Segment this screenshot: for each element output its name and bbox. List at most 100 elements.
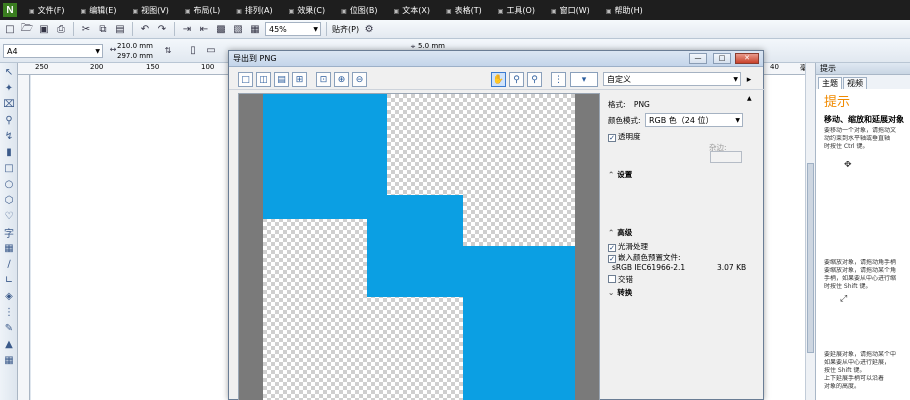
- zoom-out-icon[interactable]: ⊖: [352, 72, 367, 87]
- quad-view-icon[interactable]: ⊞: [292, 72, 307, 87]
- export-preview[interactable]: [238, 93, 600, 400]
- checkbox-checked-icon[interactable]: ✓: [608, 255, 616, 263]
- vertical-scrollbar[interactable]: [805, 63, 815, 400]
- print-icon[interactable]: ⎙: [54, 22, 68, 36]
- hint-subheading: 移动、缩放和延展对象: [824, 115, 904, 124]
- text-tool-icon[interactable]: 字: [2, 225, 16, 240]
- antialias-option[interactable]: ✓ 光滑处理: [608, 241, 648, 252]
- ellipse-tool-icon[interactable]: ○: [2, 177, 16, 191]
- tab-topics[interactable]: 主题: [818, 77, 842, 89]
- checkbox-checked-icon[interactable]: ✓: [608, 134, 616, 142]
- flyout-arrow-icon[interactable]: ▸: [744, 72, 754, 87]
- table-tool-icon[interactable]: ▦: [2, 241, 16, 255]
- scroll-up-icon[interactable]: ▲: [747, 95, 752, 102]
- chevron-down-icon: ▼: [733, 75, 738, 83]
- open-folder-icon[interactable]: 🗁: [20, 22, 34, 36]
- menu-file[interactable]: 文件(F): [21, 5, 73, 16]
- pan-tool-icon[interactable]: ✋: [491, 72, 506, 87]
- connector-tool-icon[interactable]: ∟: [2, 273, 16, 287]
- import-icon[interactable]: ⇥: [180, 22, 194, 36]
- ruler-tick-label: 150: [146, 63, 160, 71]
- crop-tool-icon[interactable]: ⌧: [2, 97, 16, 111]
- checkbox-checked-icon[interactable]: ✓: [608, 244, 616, 252]
- zoom-combo[interactable]: 45% ▼: [265, 22, 321, 36]
- dialog-title: 导出到 PNG: [233, 54, 277, 63]
- page-height[interactable]: 297.0 mm: [117, 51, 153, 61]
- transform-section[interactable]: ⌄ 转换: [608, 287, 632, 298]
- blend-tool-icon[interactable]: ◈: [2, 289, 16, 303]
- options-icon[interactable]: ⚙: [362, 22, 376, 36]
- snap-to-menu[interactable]: 贴齐(P): [332, 24, 359, 35]
- menu-arrange[interactable]: 排列(A): [228, 5, 280, 16]
- zoom-tool-icon[interactable]: ⚲: [2, 113, 16, 127]
- color-mode-label: 颜色模式:: [608, 116, 641, 125]
- menu-help[interactable]: 帮助(H): [598, 5, 651, 16]
- interactive-fill-icon[interactable]: ▦: [2, 353, 16, 367]
- zoom-out-tool-icon[interactable]: ⚲: [527, 72, 542, 87]
- new-document-icon[interactable]: □: [3, 22, 17, 36]
- menu-layout[interactable]: 布局(L): [177, 5, 228, 16]
- cut-icon[interactable]: ✂: [79, 22, 93, 36]
- embed-profile-option[interactable]: ✓ 嵌入颜色预置文件:: [608, 252, 681, 263]
- menu-bitmaps[interactable]: 位图(B): [333, 5, 385, 16]
- application-launcher-icon[interactable]: ▧: [231, 22, 245, 36]
- save-icon[interactable]: ▣: [37, 22, 51, 36]
- eyedropper-icon[interactable]: ⋮: [551, 72, 566, 87]
- basic-shapes-icon[interactable]: ♡: [2, 209, 16, 223]
- menu-effects[interactable]: 效果(C): [281, 5, 334, 16]
- undo-icon[interactable]: ↶: [138, 22, 152, 36]
- hint-text: 时按住 Ctrl 键。: [824, 143, 869, 150]
- close-icon[interactable]: ✕: [735, 53, 759, 64]
- pick-tool-icon[interactable]: ↖: [2, 65, 16, 79]
- maximize-icon[interactable]: □: [713, 53, 731, 64]
- menu-edit[interactable]: 编辑(E): [73, 5, 125, 16]
- polygon-tool-icon[interactable]: ⬡: [2, 193, 16, 207]
- portrait-icon[interactable]: ▯: [186, 43, 200, 57]
- matte-color-swatch[interactable]: ▾: [570, 72, 598, 87]
- paste-icon[interactable]: ▤: [113, 22, 127, 36]
- profile-size: 3.07 KB: [717, 263, 747, 272]
- copy-icon[interactable]: ⧉: [96, 22, 110, 36]
- outline-pen-icon[interactable]: ✎: [2, 321, 16, 335]
- options-scrollbar[interactable]: ▲: [746, 93, 754, 400]
- settings-section[interactable]: 设置: [608, 169, 632, 180]
- dimension-tool-icon[interactable]: ∕: [2, 257, 16, 271]
- single-view-icon[interactable]: □: [238, 72, 253, 87]
- split-horizontal-icon[interactable]: ▤: [274, 72, 289, 87]
- eyedropper-tool-icon[interactable]: ⋮: [2, 305, 16, 319]
- menu-table[interactable]: 表格(T): [438, 5, 490, 16]
- zoom-tool-icon[interactable]: ⚲: [509, 72, 524, 87]
- advanced-section[interactable]: 高级: [608, 227, 632, 238]
- preset-select[interactable]: 自定义 ▼: [603, 72, 741, 86]
- color-mode-select[interactable]: RGB 色（24 位） ▼: [645, 113, 743, 127]
- hint-text: 动约束到水平轴或垂直轴: [824, 135, 891, 142]
- scrollbar-thumb[interactable]: [807, 163, 814, 353]
- transparency-option[interactable]: ✓ 透明度: [608, 131, 641, 142]
- page-width[interactable]: 210.0 mm: [117, 41, 153, 51]
- split-vertical-icon[interactable]: ◫: [256, 72, 271, 87]
- export-icon[interactable]: ⇤: [197, 22, 211, 36]
- welcome-screen-icon[interactable]: ▦: [248, 22, 262, 36]
- minimize-icon[interactable]: —: [689, 53, 707, 64]
- shape-tool-icon[interactable]: ✦: [2, 81, 16, 95]
- rectangle-tool-icon[interactable]: □: [2, 161, 16, 175]
- page-size-select[interactable]: A4 ▼: [3, 44, 103, 58]
- lock-ratio-icon[interactable]: ⇅: [161, 43, 175, 57]
- publish-pdf-icon[interactable]: ▩: [214, 22, 228, 36]
- vertical-ruler: [18, 75, 30, 400]
- menu-window[interactable]: 窗口(W): [543, 5, 598, 16]
- menu-text[interactable]: 文本(X): [386, 5, 438, 16]
- smart-fill-icon[interactable]: ▮: [2, 145, 16, 159]
- redo-icon[interactable]: ↷: [155, 22, 169, 36]
- freehand-tool-icon[interactable]: ↯: [2, 129, 16, 143]
- menu-view[interactable]: 视图(V): [124, 5, 176, 16]
- tab-videos[interactable]: 视频: [843, 77, 867, 89]
- fill-tool-icon[interactable]: ▲: [2, 337, 16, 351]
- preset-value: 自定义: [607, 74, 631, 84]
- fit-to-window-icon[interactable]: ⊡: [316, 72, 331, 87]
- interlace-option[interactable]: 交错: [608, 274, 633, 285]
- zoom-in-icon[interactable]: ⊕: [334, 72, 349, 87]
- menu-tools[interactable]: 工具(O): [490, 5, 543, 16]
- landscape-icon[interactable]: ▭: [204, 43, 218, 57]
- checkbox-unchecked-icon[interactable]: [608, 275, 616, 283]
